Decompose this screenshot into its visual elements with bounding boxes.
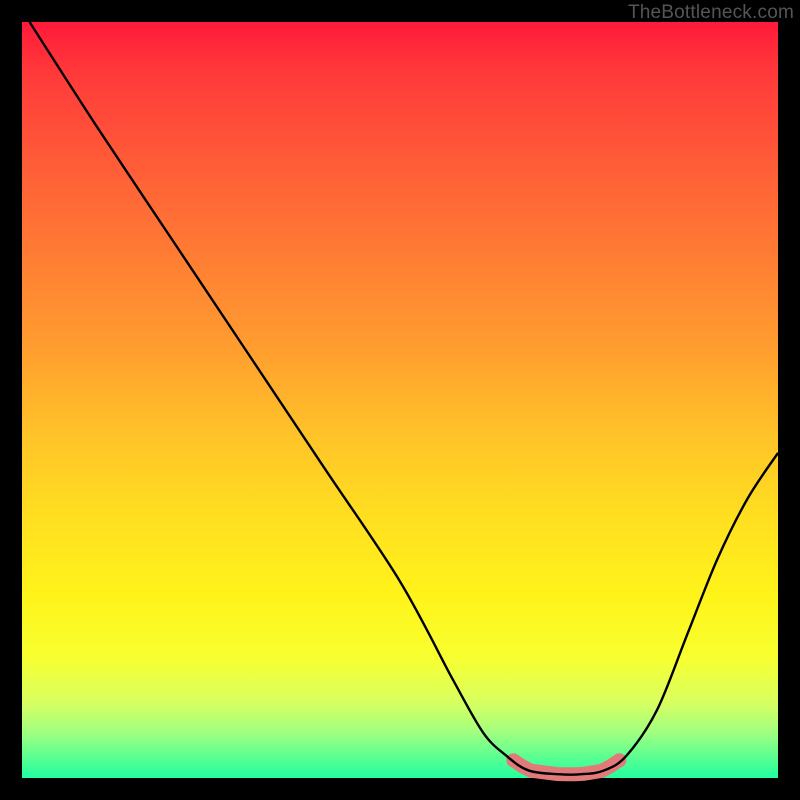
bottleneck-curve-line (30, 22, 778, 775)
chart-frame (22, 22, 778, 778)
optimal-band-marker (506, 753, 626, 774)
bottleneck-chart (22, 22, 778, 778)
watermark-text: TheBottleneck.com (628, 2, 794, 24)
